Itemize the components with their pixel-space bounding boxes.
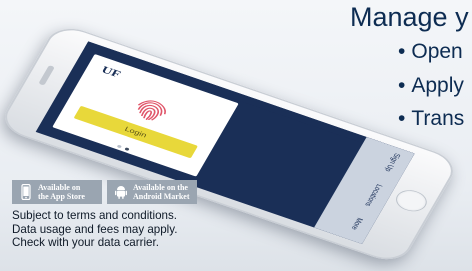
home-button[interactable] (391, 186, 432, 215)
bullet-dot: • (398, 40, 406, 63)
tab-more[interactable]: More (350, 217, 365, 231)
bullet-text: Open (411, 40, 463, 63)
app-store-badge[interactable]: Available on the App Store (12, 180, 102, 204)
headline: Manage y (350, 2, 469, 32)
phone-icon (21, 184, 31, 200)
badge-line-1: Available on the (133, 183, 188, 192)
android-market-badge[interactable]: Available on the Android Market (107, 180, 197, 204)
tab-bar: Sign Up Locations More (314, 137, 415, 245)
fingerprint-icon[interactable] (128, 95, 173, 127)
page-dot-active (124, 147, 130, 151)
disclaimer-line: Data usage and fees may apply. (12, 222, 178, 236)
bullet-item: • Apply (398, 74, 464, 98)
badge-line-1: Available on (38, 183, 81, 192)
bullet-item: • Open (398, 40, 463, 64)
promo-banner: UF Login Sign Up Locations More Manage y… (0, 0, 472, 271)
android-icon (115, 186, 127, 199)
badge-line-2: Android Market (133, 192, 190, 201)
disclaimer-line: Check with your data carrier. (12, 236, 159, 250)
phone-speaker (38, 65, 55, 86)
bullet-dot: • (398, 74, 406, 97)
bullet-item: • Trans (398, 107, 464, 131)
tab-locations[interactable]: Locations (363, 183, 384, 207)
bank-logo: UF (99, 64, 123, 81)
tab-sign-up[interactable]: Sign Up (383, 152, 402, 173)
bullet-text: Apply (411, 74, 464, 97)
bullet-text: Trans (411, 107, 465, 130)
disclaimer-line: Subject to terms and conditions. (12, 209, 177, 222)
badge-line-2: the App Store (38, 192, 85, 201)
disclaimer: Subject to terms and conditions. Data us… (12, 209, 242, 250)
bullet-dot: • (398, 107, 406, 130)
page-indicator (113, 138, 135, 154)
login-card: UF Login (52, 53, 239, 177)
page-dot (116, 144, 122, 149)
